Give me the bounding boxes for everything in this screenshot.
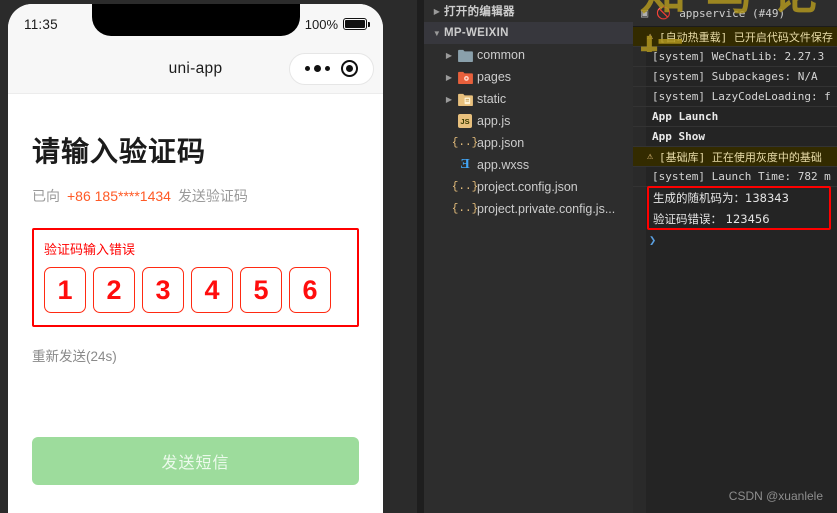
navbar-title: uni-app [168,59,223,77]
folder-icon [456,49,474,62]
sidebar-section-open-editors[interactable]: ▶ 打开的编辑器 [424,0,633,22]
battery-icon [343,18,370,30]
filter-icon[interactable]: ▣ [641,6,648,20]
folder-static-icon [456,93,474,106]
page-title: 请输入验证码 [32,136,207,167]
console-row-text: [自动热重载] 已开启代码文件保存 [659,30,833,44]
send-sms-button[interactable]: 发送短信 [32,437,359,485]
js-file-icon: JS [456,114,474,128]
chevron-right-icon[interactable]: ▶ [442,73,456,82]
tree-item-project-config-json[interactable]: {..} project.config.json [424,176,633,198]
phone-simulator: 11:35 100% uni-app 请输入验证码 已向 +86 185****1… [8,4,383,513]
console-row[interactable]: [system] Launch Time: 782 m [633,167,837,187]
tree-item-label: project.private.config.js... [477,202,616,216]
console-output-random-code: 生成的随机码为：138343 [653,190,789,205]
tree-item-label: app.js [477,114,511,128]
json-file-icon: {..} [451,137,479,149]
masked-phone-number: +86 185****1434 [67,188,171,204]
tree-item-project-private-config[interactable]: {..} project.private.config.js... [424,198,633,220]
json-file-icon: {..} [451,203,479,215]
sent-to-line: 已向 +86 185****1434 发送验证码 [32,186,359,206]
console-input-prompt[interactable]: ❯ [633,229,837,251]
code-digit-cell[interactable]: 4 [191,267,233,313]
tree-item-common[interactable]: ▶ common [424,44,633,66]
sent-to-prefix: 已向 [32,188,60,204]
file-explorer: ▶ 打开的编辑器 ▼ MP-WEIXIN ▶ common ▶ pages ▶ [424,0,633,513]
target-icon[interactable] [340,60,358,77]
resend-countdown[interactable]: 重新发送(24s) [32,345,359,365]
battery-percent: 100% [304,16,338,32]
tree-item-app-wxss[interactable]: Ǝ app.wxss [424,154,633,176]
code-digit-cell[interactable]: 5 [240,267,282,313]
console-row-text: [system] Subpackages: N/A [652,70,818,83]
code-error-message: 验证码输入错误 [44,242,136,257]
verification-page: 请输入验证码 已向 +86 185****1434 发送验证码 验证码输入错误 1 … [8,94,383,513]
sent-to-suffix: 发送验证码 [177,188,248,204]
code-input-highlight-box: 验证码输入错误 1 2 3 4 5 6 [32,228,359,327]
json-file-icon: {..} [451,181,479,193]
tree-item-static[interactable]: ▶ static [424,88,633,110]
console-row[interactable]: [system] WeChatLib: 2.27.3 [633,47,837,67]
chevron-right-icon[interactable]: ▶ [430,7,444,16]
console-row-text: [system] Launch Time: 782 m [652,170,831,183]
console-row[interactable]: [system] LazyCodeLoading: f [633,87,837,107]
console-row-text: App Show [652,130,705,143]
console-panel: ▣ 🚫 appservice (#49) ⚠ [自动热重载] 已开启代码文件保存… [633,0,837,513]
chevron-right-icon[interactable]: ▶ [442,95,456,104]
console-row-text: [system] WeChatLib: 2.27.3 [652,50,825,63]
console-output-code-error: 验证码错误： 123456 [653,211,770,226]
css-file-icon: Ǝ [460,157,470,172]
console-row[interactable]: App Launch [633,107,837,127]
tree-item-label: app.json [477,136,525,150]
more-dots-icon[interactable] [305,64,330,73]
code-digit-cell[interactable]: 1 [44,267,86,313]
console-row[interactable]: ⚠ [基础库] 正在使用灰度中的基础 [633,147,837,167]
console-row[interactable]: ⚠ [自动热重载] 已开启代码文件保存 [633,27,837,47]
console-row[interactable]: [system] Subpackages: N/A [633,67,837,87]
folder-pages-icon [456,71,474,84]
code-digit-cell[interactable]: 3 [142,267,184,313]
tree-item-label: pages [477,70,512,84]
code-digit-cell[interactable]: 2 [93,267,135,313]
console-row[interactable]: App Show [633,127,837,147]
status-bar-time: 11:35 [24,16,58,32]
tree-item-app-json[interactable]: {..} app.json [424,132,633,154]
status-bar: 11:35 100% [8,4,383,44]
console-log-list: ⚠ [自动热重载] 已开启代码文件保存 [system] WeChatLib: … [633,27,837,513]
tree-item-label: static [477,92,507,106]
open-editors-label: 打开的编辑器 [444,6,515,18]
console-row-text: App Launch [652,110,719,123]
console-row-text: [基础库] 正在使用灰度中的基础 [659,150,822,164]
status-bar-right: 100% [304,16,370,32]
tree-item-app-js[interactable]: JS app.js [424,110,633,132]
tree-item-label: common [477,48,525,62]
console-row-text: [system] LazyCodeLoading: f [652,90,831,103]
tree-item-pages[interactable]: ▶ pages [424,66,633,88]
tree-item-label: app.wxss [477,158,530,172]
sidebar-section-mp-weixin[interactable]: ▼ MP-WEIXIN [424,22,633,44]
console-scope-label[interactable]: appservice (#49) [679,7,785,20]
chevron-right-icon[interactable]: ▶ [442,51,456,60]
code-input-group[interactable]: 1 2 3 4 5 6 [44,267,347,313]
clear-console-icon[interactable]: 🚫 [656,6,671,20]
code-digit-cell[interactable]: 6 [289,267,331,313]
mp-weixin-label: MP-WEIXIN [444,27,509,39]
phone-notch [91,4,300,36]
screenshot-root: 11:35 100% uni-app 请输入验证码 已向 +86 185****1… [0,0,837,513]
capsule-button[interactable] [289,52,374,85]
mini-program-navbar: uni-app [8,44,383,94]
console-toolbar: ▣ 🚫 appservice (#49) [633,0,837,27]
tree-item-label: project.config.json [477,180,578,194]
chevron-down-icon[interactable]: ▼ [430,29,444,38]
